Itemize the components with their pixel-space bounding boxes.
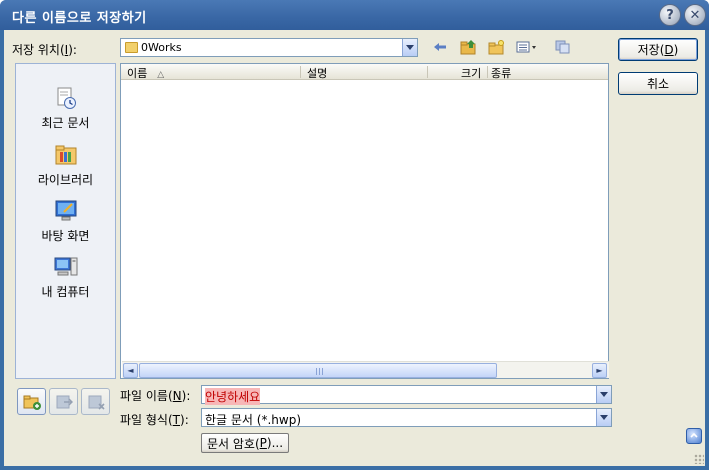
filetype-select[interactable]: 한글 문서 (*.hwp) — [201, 408, 612, 427]
place-label: 최근 문서 — [41, 116, 90, 130]
place-desktop[interactable]: 바탕 화면 — [16, 199, 115, 244]
column-separator[interactable] — [427, 66, 428, 78]
horizontal-scrollbar[interactable]: ◄ ► — [122, 361, 609, 378]
location-value: 0Works — [141, 41, 182, 54]
list-header: 이름 △ 설명 크기 종류 — [121, 64, 608, 80]
chevron-down-icon[interactable] — [596, 386, 611, 403]
place-label: 내 컴퓨터 — [41, 285, 90, 299]
help-icon[interactable]: ? — [659, 4, 681, 26]
location-label: 저장 위치(I): — [12, 43, 77, 57]
my-computer-icon — [54, 255, 78, 279]
folder-plus-icon — [23, 395, 41, 410]
chevron-down-icon[interactable] — [596, 409, 611, 426]
place-library[interactable]: 라이브러리 — [16, 143, 115, 188]
scroll-left-button[interactable]: ◄ — [123, 363, 138, 378]
scroll-thumb[interactable] — [139, 363, 497, 378]
column-type[interactable]: 종류 — [491, 65, 511, 80]
column-name[interactable]: 이름 △ — [127, 65, 165, 80]
place-label: 바탕 화면 — [41, 229, 90, 243]
place-my-computer[interactable]: 내 컴퓨터 — [16, 255, 115, 300]
dialog-body: 저장 위치(I): 0Works 최근 문서 라이브러리 바탕 화면 내 컴퓨터… — [4, 30, 705, 466]
close-icon[interactable]: ✕ — [684, 4, 706, 26]
new-folder-icon[interactable] — [487, 39, 505, 55]
recent-documents-icon — [54, 86, 78, 110]
filetype-value: 한글 문서 (*.hwp) — [205, 413, 302, 427]
library-remove-icon — [88, 395, 105, 410]
save-as-dialog: 다른 이름으로 저장하기 ? ✕ 저장 위치(I): 0Works 최근 문서 … — [0, 0, 709, 470]
column-description[interactable]: 설명 — [307, 65, 327, 80]
filename-input[interactable]: 안녕하세요 — [201, 385, 612, 405]
location-combo[interactable]: 0Works — [120, 38, 418, 57]
dialog-title: 다른 이름으로 저장하기 — [12, 11, 147, 26]
file-list[interactable]: 이름 △ 설명 크기 종류 ◄ ► — [120, 63, 609, 379]
places-bar: 최근 문서 라이브러리 바탕 화면 내 컴퓨터 — [15, 63, 116, 379]
sort-ascending-icon: △ — [157, 70, 165, 80]
library-add-button[interactable] — [49, 388, 78, 415]
view-menu-icon[interactable] — [515, 39, 539, 55]
library-remove-button[interactable] — [81, 388, 110, 415]
cancel-button[interactable]: 취소 — [618, 72, 698, 95]
library-icon — [54, 143, 78, 167]
desktop-icon — [54, 199, 78, 223]
back-arrow-icon[interactable] — [431, 39, 449, 55]
up-folder-icon[interactable] — [459, 39, 477, 55]
save-button[interactable]: 저장(D) — [618, 38, 698, 61]
scroll-grip — [316, 368, 324, 375]
document-password-button[interactable]: 문서 암호(P)... — [201, 433, 289, 453]
tools-icon[interactable] — [553, 39, 571, 55]
help-icon[interactable] — [686, 428, 702, 444]
filename-label: 파일 이름(N): — [120, 389, 191, 403]
chevron-down-icon[interactable] — [402, 39, 417, 56]
resize-grip[interactable] — [694, 454, 704, 464]
filename-value: 안녕하세요 — [205, 388, 261, 405]
filetype-label: 파일 형식(T): — [120, 413, 189, 427]
place-label: 라이브러리 — [37, 173, 94, 187]
place-recent-documents[interactable]: 최근 문서 — [16, 86, 115, 131]
scroll-right-button[interactable]: ► — [592, 363, 607, 378]
folder-icon — [125, 42, 138, 53]
column-size[interactable]: 크기 — [461, 65, 481, 80]
title-bar[interactable]: 다른 이름으로 저장하기 ? ✕ — [0, 0, 709, 30]
library-arrow-icon — [56, 395, 73, 408]
add-folder-button[interactable] — [17, 388, 46, 415]
column-separator[interactable] — [300, 66, 301, 78]
column-separator[interactable] — [487, 66, 488, 78]
